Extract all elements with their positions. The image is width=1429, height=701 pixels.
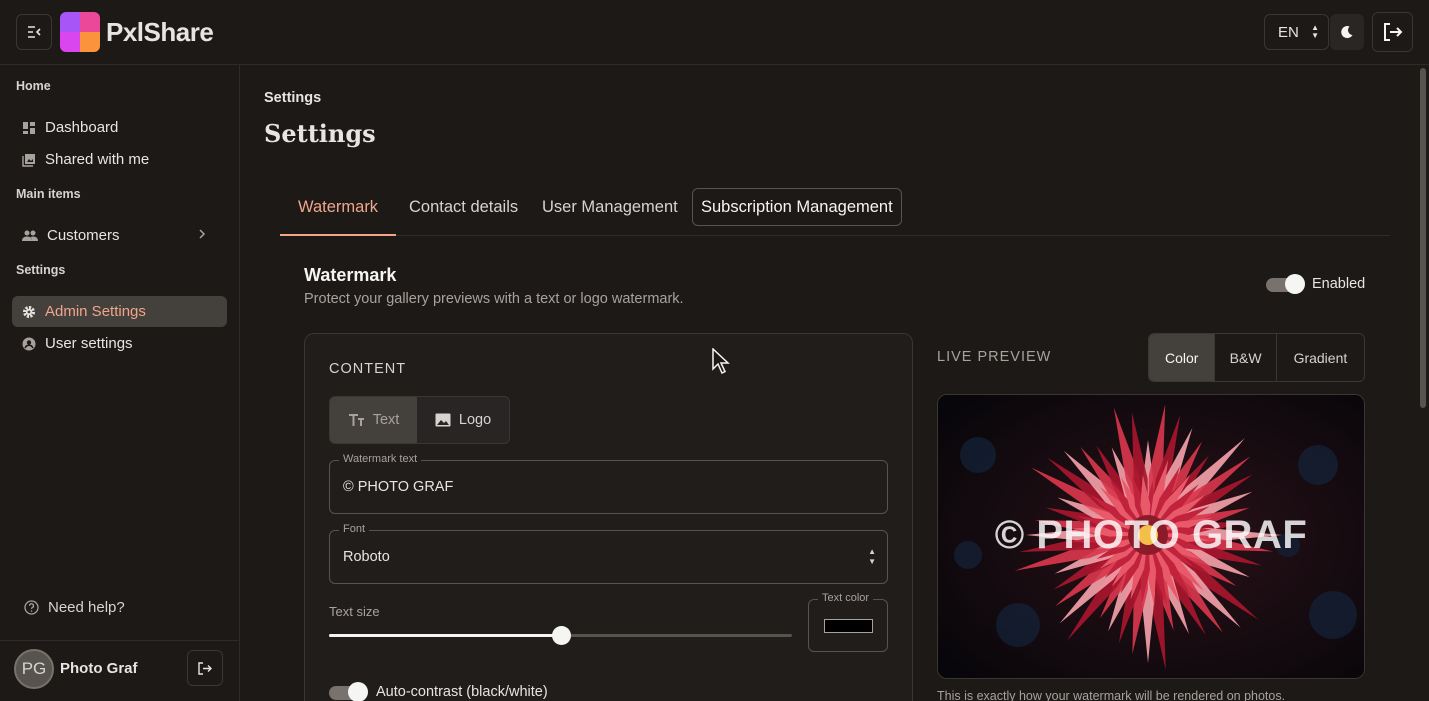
toggle-knob [348,682,368,701]
type-text-button[interactable]: Text [330,397,418,443]
watermark-overlay: © PHOTO GRAF [994,513,1308,557]
top-bar: PxlShare EN ▲ ▼ [0,0,1429,65]
logout-icon [1383,23,1402,41]
chevron-right-icon [199,229,206,239]
sidebar-item-label: Admin Settings [45,303,146,320]
sidebar: Home Dashboard Shared with me Main items… [0,65,240,701]
font-select[interactable]: Font Roboto ▲ ▼ [329,523,888,584]
preview-mode-bw[interactable]: B&W [1215,334,1277,381]
image-stack-icon [22,153,35,167]
watermark-text-input[interactable]: © PHOTO GRAF [343,479,453,495]
toggle-knob [1285,274,1305,294]
collapse-menu-icon [28,26,41,38]
user-panel: PG Photo Graf [0,640,240,701]
help-circle-icon [24,600,39,615]
sidebar-section-main-items: Main items [16,187,81,201]
live-preview-heading: LIVE PREVIEW [937,349,1052,365]
logout-icon [198,661,212,675]
avatar[interactable]: PG [14,649,54,689]
moon-icon [1341,26,1353,39]
preview-caption: This is exactly how your watermark will … [937,689,1286,701]
preview-image: © PHOTO GRAF [937,394,1365,679]
preview-mode-gradient[interactable]: Gradient [1277,334,1364,381]
select-arrows-icon: ▲ ▼ [1311,23,1319,40]
language-value: EN [1278,23,1299,41]
user-name: Photo Graf [60,660,138,677]
page-scrollbar[interactable] [1416,65,1429,701]
tab-contact-details[interactable]: Contact details [409,188,518,226]
scrollbar-thumb[interactable] [1420,68,1426,408]
logout-button[interactable] [1372,12,1413,52]
text-format-icon [348,413,364,426]
watermark-enabled-toggle[interactable] [1266,274,1305,294]
sidebar-item-user-settings[interactable]: User settings [12,328,227,359]
watermark-text-field[interactable]: Watermark text © PHOTO GRAF [329,453,888,514]
font-value: Roboto [343,549,390,565]
breadcrumb: Settings [264,90,322,106]
sidebar-item-admin-settings[interactable]: Admin Settings [12,296,227,327]
slider-fill [329,634,561,637]
text-color-picker[interactable]: Text color [808,592,888,652]
select-arrows-icon: ▲ ▼ [868,547,876,566]
help-label: Need help? [48,599,125,616]
collapse-sidebar-button[interactable] [16,14,52,50]
language-select[interactable]: EN ▲ ▼ [1264,14,1329,50]
account-circle-icon [22,337,36,350]
content-card: CONTENT Text Logo Watermark text © PHOTO… [304,333,913,701]
slider-thumb[interactable] [551,626,571,645]
sidebar-item-dashboard[interactable]: Dashboard [12,112,227,143]
section-subtitle: Protect your gallery previews with a tex… [304,291,684,307]
auto-contrast-label: Auto-contrast (black/white) [376,684,548,700]
text-size-slider[interactable] [329,626,792,645]
main-content: Settings Settings Watermark Contact deta… [241,65,1416,701]
gear-icon [23,305,35,318]
color-swatch[interactable] [824,619,873,633]
tab-subscription-management[interactable]: Subscription Management [692,188,902,226]
sidebar-item-shared-with-me[interactable]: Shared with me [12,144,227,175]
tab-user-management[interactable]: User Management [542,188,678,226]
watermark-text-label: Watermark text [339,453,422,465]
dashboard-icon [23,121,35,134]
mouse-cursor-icon [712,348,730,374]
image-icon [435,413,451,427]
user-logout-button[interactable] [187,650,223,686]
auto-contrast-toggle[interactable] [329,682,368,701]
sidebar-item-customers[interactable]: Customers [12,220,227,251]
theme-toggle-button[interactable] [1330,14,1364,50]
sidebar-item-label: Customers [47,227,120,244]
preview-mode-color[interactable]: Color [1149,334,1216,381]
type-logo-button[interactable]: Logo [417,397,509,443]
type-logo-label: Logo [458,412,492,428]
sidebar-section-home: Home [16,79,51,93]
watermark-type-selector: Text Logo [329,396,510,444]
brand-logo[interactable] [60,12,100,52]
tab-watermark[interactable]: Watermark [279,188,397,236]
settings-tabs: Watermark Contact details User Managemen… [279,188,1390,236]
content-heading: CONTENT [329,361,407,377]
people-icon [22,230,38,241]
brand-name[interactable]: PxlShare [106,17,214,48]
font-label: Font [339,523,370,535]
page-title: Settings [264,119,376,148]
type-text-label: Text [372,412,400,428]
sidebar-section-settings: Settings [16,263,66,277]
preview-mode-selector: Color B&W Gradient [1148,333,1365,382]
sidebar-item-label: Shared with me [45,151,150,168]
sidebar-item-label: User settings [45,335,133,352]
help-link[interactable]: Need help? [24,599,125,616]
section-title: Watermark [304,265,397,285]
text-color-label: Text color [818,592,874,604]
sidebar-item-label: Dashboard [45,119,119,136]
text-size-label: Text size [329,604,380,619]
enabled-label: Enabled [1312,276,1366,292]
